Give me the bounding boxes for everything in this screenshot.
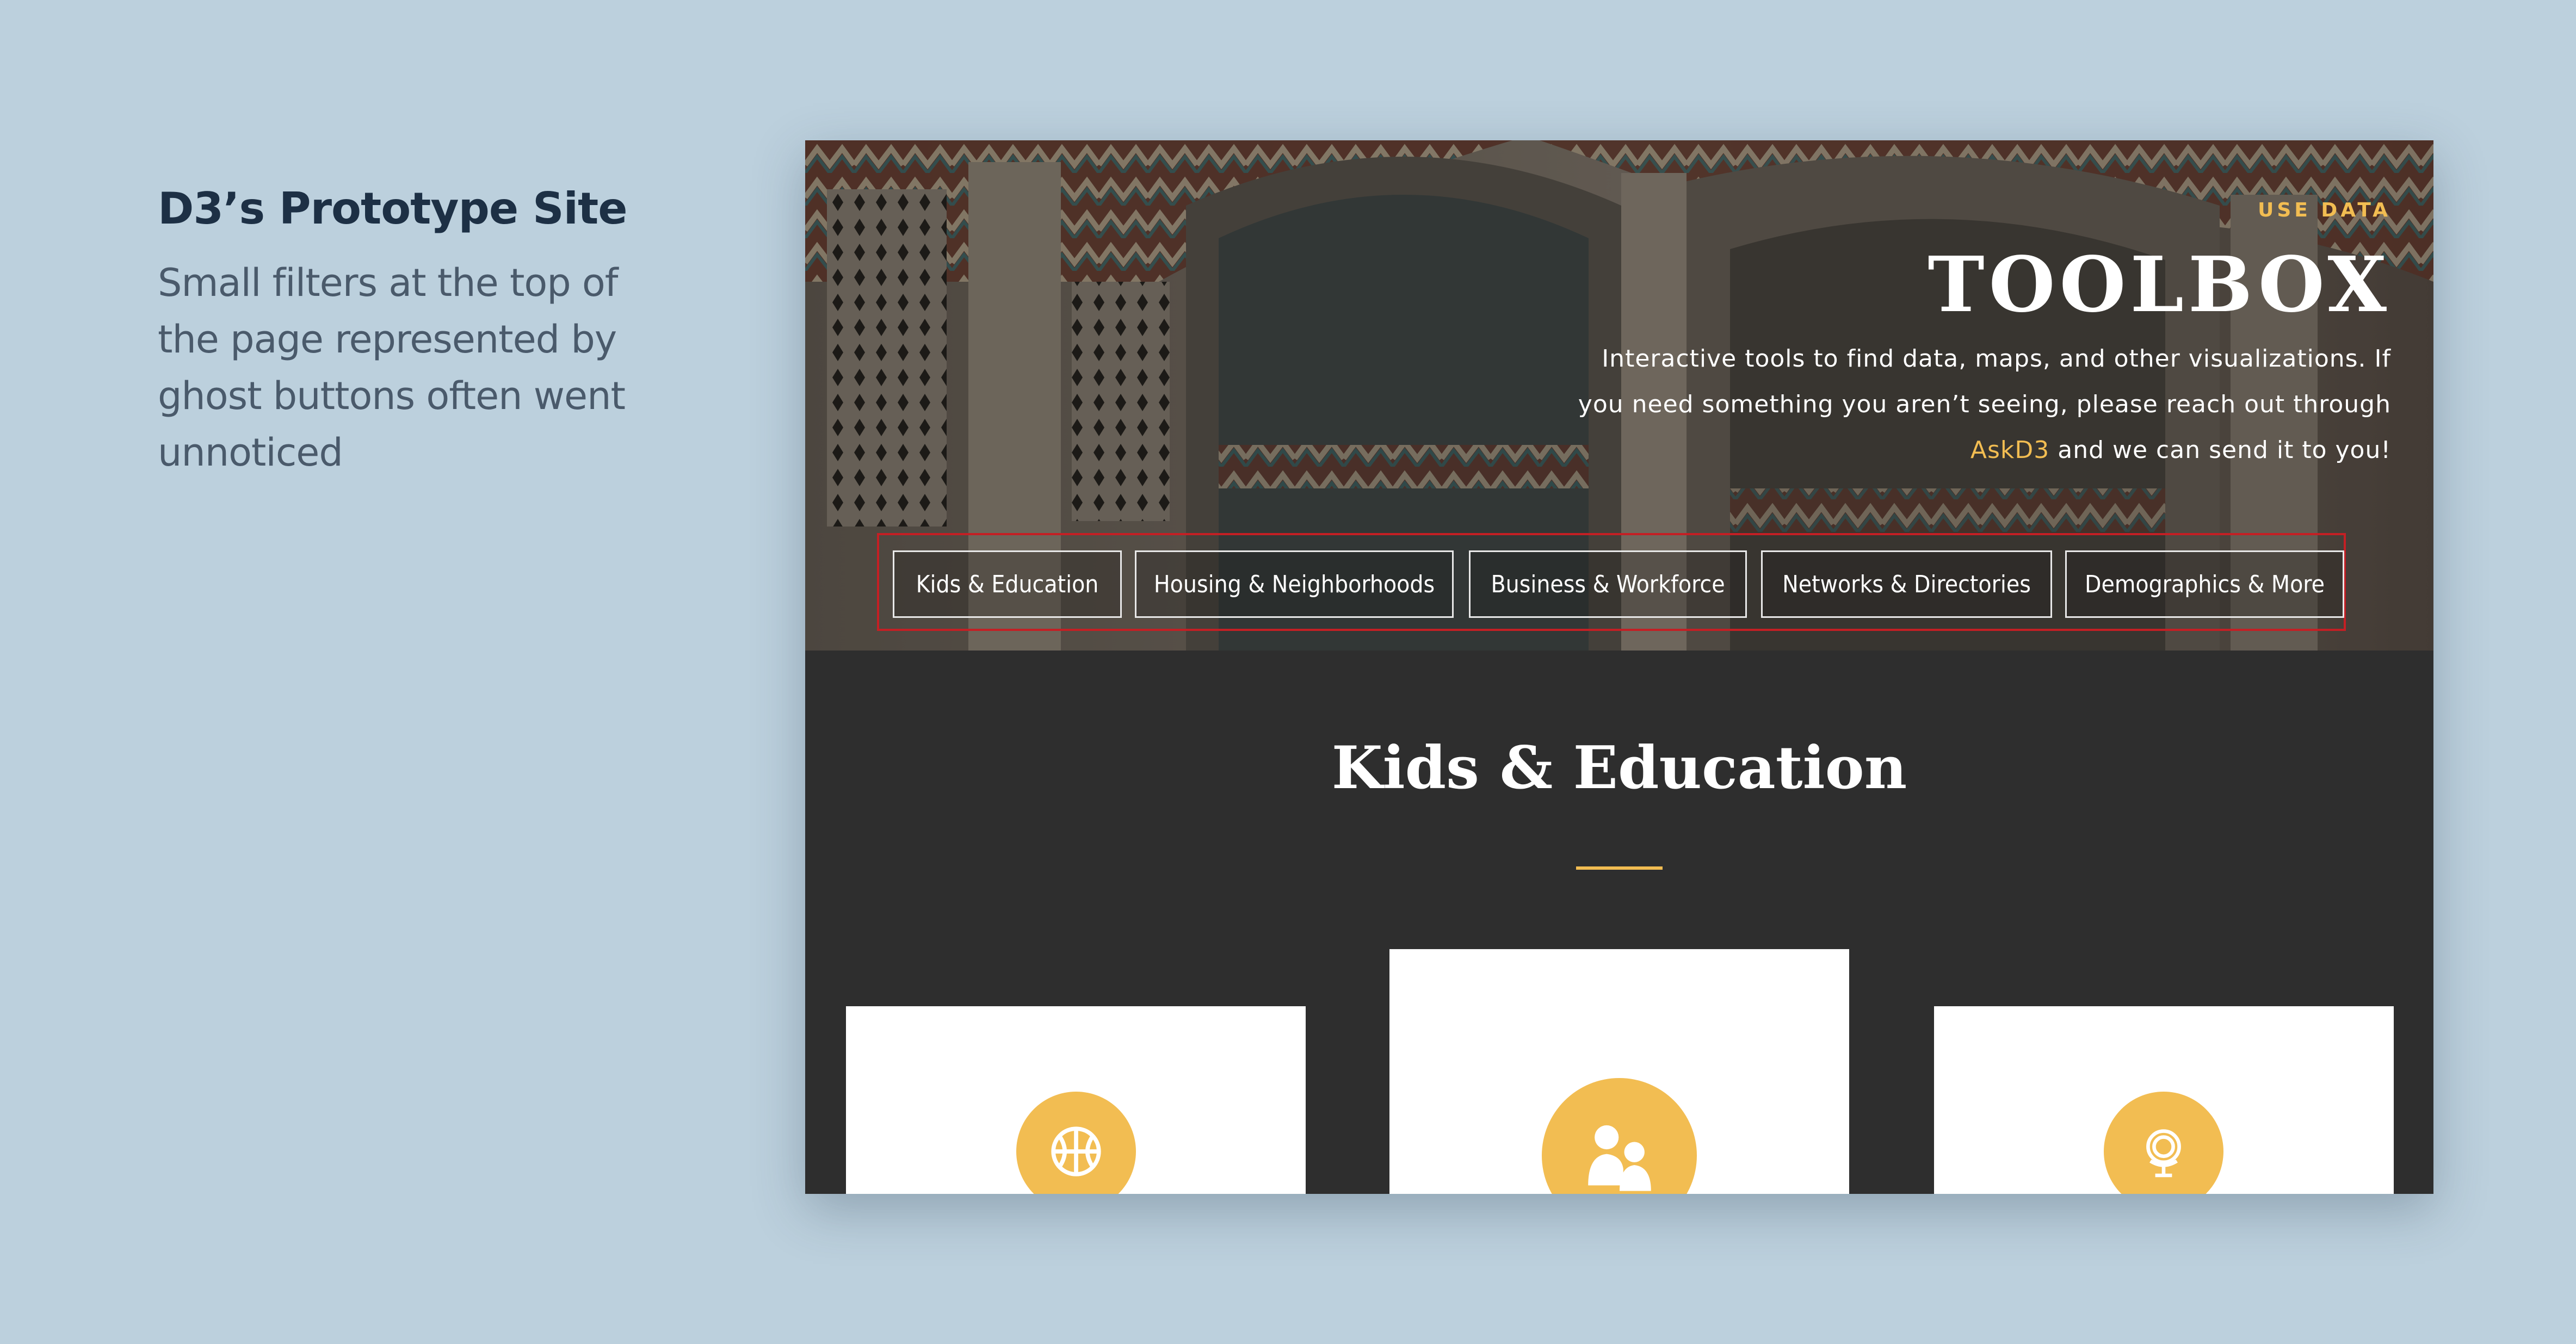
section-title: Kids & Education bbox=[1331, 734, 1907, 802]
hero-description: Interactive tools to find data, maps, an… bbox=[1575, 336, 2391, 473]
family-icon bbox=[1542, 1078, 1697, 1194]
filter-button-networks-directories[interactable]: Networks & Directories bbox=[1761, 550, 2052, 618]
hero-title: TOOLBOX bbox=[1928, 240, 2391, 330]
hero-eyebrow: USE DATA bbox=[2258, 199, 2391, 221]
section-divider bbox=[1576, 866, 1663, 870]
caption: D3’s Prototype Site Small filters at the… bbox=[158, 185, 647, 481]
caption-title: D3’s Prototype Site bbox=[158, 183, 627, 234]
hero-banner: USE DATA TOOLBOX Interactive tools to fi… bbox=[805, 140, 2433, 651]
tool-card[interactable] bbox=[1934, 1006, 2394, 1194]
hero-description-part-1: Interactive tools to find data, maps, an… bbox=[1578, 345, 2391, 418]
tool-card[interactable] bbox=[1389, 949, 1849, 1194]
website-screenshot: USE DATA TOOLBOX Interactive tools to fi… bbox=[805, 140, 2433, 1194]
basketball-icon bbox=[1016, 1092, 1136, 1194]
globe-icon bbox=[2104, 1092, 2223, 1194]
filter-button-business-workforce[interactable]: Business & Workforce bbox=[1469, 550, 1747, 618]
tool-card[interactable] bbox=[846, 1006, 1306, 1194]
caption-body: Small filters at the top of the page rep… bbox=[158, 261, 626, 475]
filter-button-demographics-more[interactable]: Demographics & More bbox=[2065, 550, 2344, 618]
filter-button-housing-neighborhoods[interactable]: Housing & Neighborhoods bbox=[1135, 550, 1454, 618]
askd3-link[interactable]: AskD3 bbox=[1970, 436, 2049, 464]
hero-description-part-2: and we can send it to you! bbox=[2049, 436, 2391, 464]
filter-button-kids-education[interactable]: Kids & Education bbox=[893, 550, 1122, 618]
